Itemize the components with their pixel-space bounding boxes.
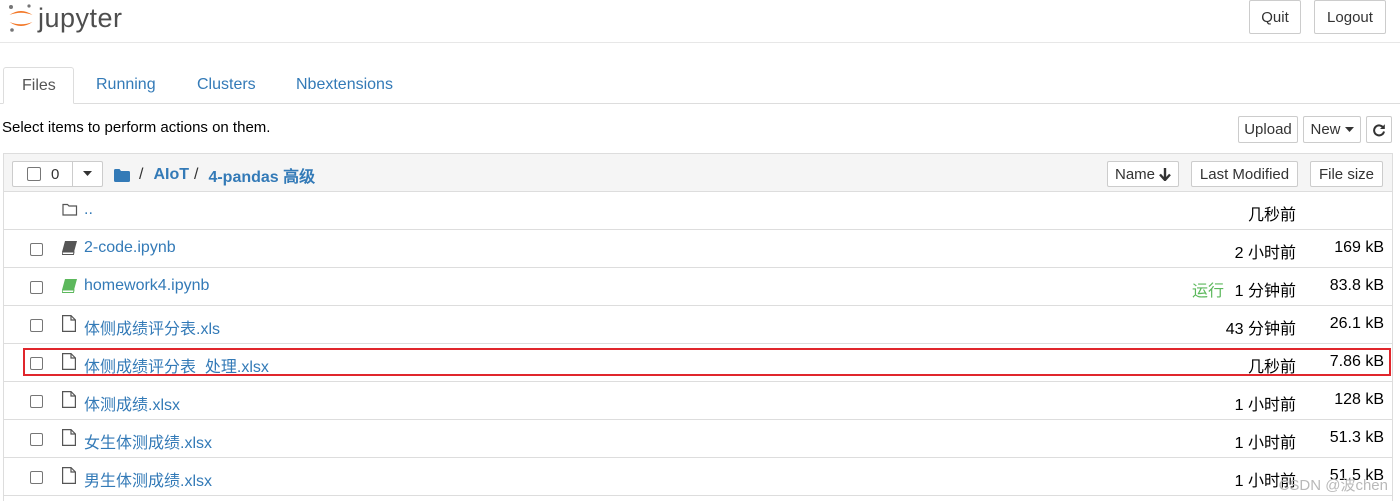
file-icon [62,467,76,489]
item-modified: 1 小时前 [1234,397,1296,414]
logo-text: jupyter [38,3,123,33]
item-modified: 1 分钟前 [1234,283,1296,300]
new-label: New [1310,121,1341,138]
list-item[interactable]: 2-code.ipynb 2 小时前 169 kB [4,230,1392,268]
row-checkbox[interactable] [30,319,43,332]
caret-down-icon [83,171,92,176]
refresh-icon [1373,123,1385,136]
notebook-running-icon [61,279,77,298]
refresh-button[interactable] [1366,116,1392,143]
running-status: 运行 [1191,283,1224,300]
folder-open-icon [62,203,78,221]
row-checkbox[interactable] [30,243,43,256]
item-size: 83.8 kB [1329,277,1384,294]
item-name[interactable]: 男生体测成绩.xlsx [84,467,212,491]
select-dropdown-button[interactable] [73,161,103,187]
tab-clusters[interactable]: Clusters [179,67,274,103]
item-modified: 2 小时前 [1234,245,1296,262]
item-modified: 1 小时前 [1234,435,1296,452]
highlight-box [23,348,1391,376]
item-size: 169 kB [1334,239,1384,256]
select-all-group: 0 [12,161,103,187]
select-all-checkbox[interactable]: 0 [12,161,73,187]
file-icon [62,315,76,337]
jupyter-logo[interactable]: jupyter [8,0,123,36]
upload-button[interactable]: Upload [1238,116,1298,143]
row-checkbox[interactable] [30,395,43,408]
list-item[interactable]: homework4.ipynb 运行 1 分钟前 83.8 kB [4,268,1392,306]
sort-name-label: Name [1114,165,1155,183]
list-item[interactable]: 男生体测成绩.xlsx 1 小时前 51.5 kB [4,458,1392,496]
row-checkbox[interactable] [30,471,43,484]
selected-count: 0 [51,165,60,183]
logout-button[interactable]: Logout [1314,0,1386,34]
tab-running[interactable]: Running [78,67,174,103]
breadcrumb-separator: / [194,166,199,183]
item-size: 128 kB [1334,391,1384,408]
item-name[interactable]: 体侧成绩评分表.xls [84,315,220,339]
checkbox-icon [27,167,41,181]
header-bar: jupyter Quit Logout [0,0,1400,43]
item-name[interactable]: .. [84,201,93,219]
row-checkbox[interactable] [30,433,43,446]
row-checkbox[interactable] [30,281,43,294]
list-item[interactable]: 女生体测成绩.xlsx 1 小时前 51.3 kB [4,420,1392,458]
listing-header: 0 / AIoT / 4-pandas 高级 Name Last Modifie… [4,154,1392,192]
item-name[interactable]: 体测成绩.xlsx [84,391,180,415]
list-item[interactable]: 体测成绩.xlsx 1 小时前 128 kB [4,382,1392,420]
item-modified: 43 分钟前 [1225,321,1296,338]
item-name[interactable]: homework4.ipynb [84,277,209,295]
quit-button[interactable]: Quit [1249,0,1301,34]
sort-file-size-button[interactable]: File size [1310,161,1383,187]
main-tabs: Files Running Clusters Nbextensions [0,67,1400,104]
item-size: 26.1 kB [1329,315,1384,332]
breadcrumb-current-folder[interactable]: 4-pandas 高级 [208,163,315,187]
item-size: 51.3 kB [1329,429,1384,446]
tab-files[interactable]: Files [3,67,74,104]
arrow-down-icon [1159,167,1171,181]
list-item-parent[interactable]: .. 几秒前 [4,192,1392,230]
list-item[interactable]: 体侧成绩评分表.xls 43 分钟前 26.1 kB [4,306,1392,344]
breadcrumb-separator: / [139,166,144,183]
file-listing: 0 / AIoT / 4-pandas 高级 Name Last Modifie… [3,153,1393,501]
caret-down-icon [1344,126,1354,132]
sort-name-button[interactable]: Name [1107,161,1179,187]
tab-nbextensions[interactable]: Nbextensions [278,67,411,103]
watermark: CSDN @波chen [1278,477,1388,494]
new-dropdown-button[interactable]: New [1303,116,1361,143]
sort-last-modified-button[interactable]: Last Modified [1191,161,1298,187]
file-icon [62,391,76,413]
item-name[interactable]: 2-code.ipynb [84,239,176,257]
jupyter-logo-icon [8,3,34,33]
file-icon [62,429,76,451]
notebook-icon [61,241,77,260]
breadcrumb-aiot[interactable]: AIoT [153,166,189,184]
instructions-text: Select items to perform actions on them. [2,119,271,136]
item-modified: 几秒前 [1247,207,1296,224]
breadcrumb: / AIoT / 4-pandas 高级 [114,163,315,187]
item-name[interactable]: 女生体测成绩.xlsx [84,429,212,453]
folder-icon[interactable] [114,168,130,182]
